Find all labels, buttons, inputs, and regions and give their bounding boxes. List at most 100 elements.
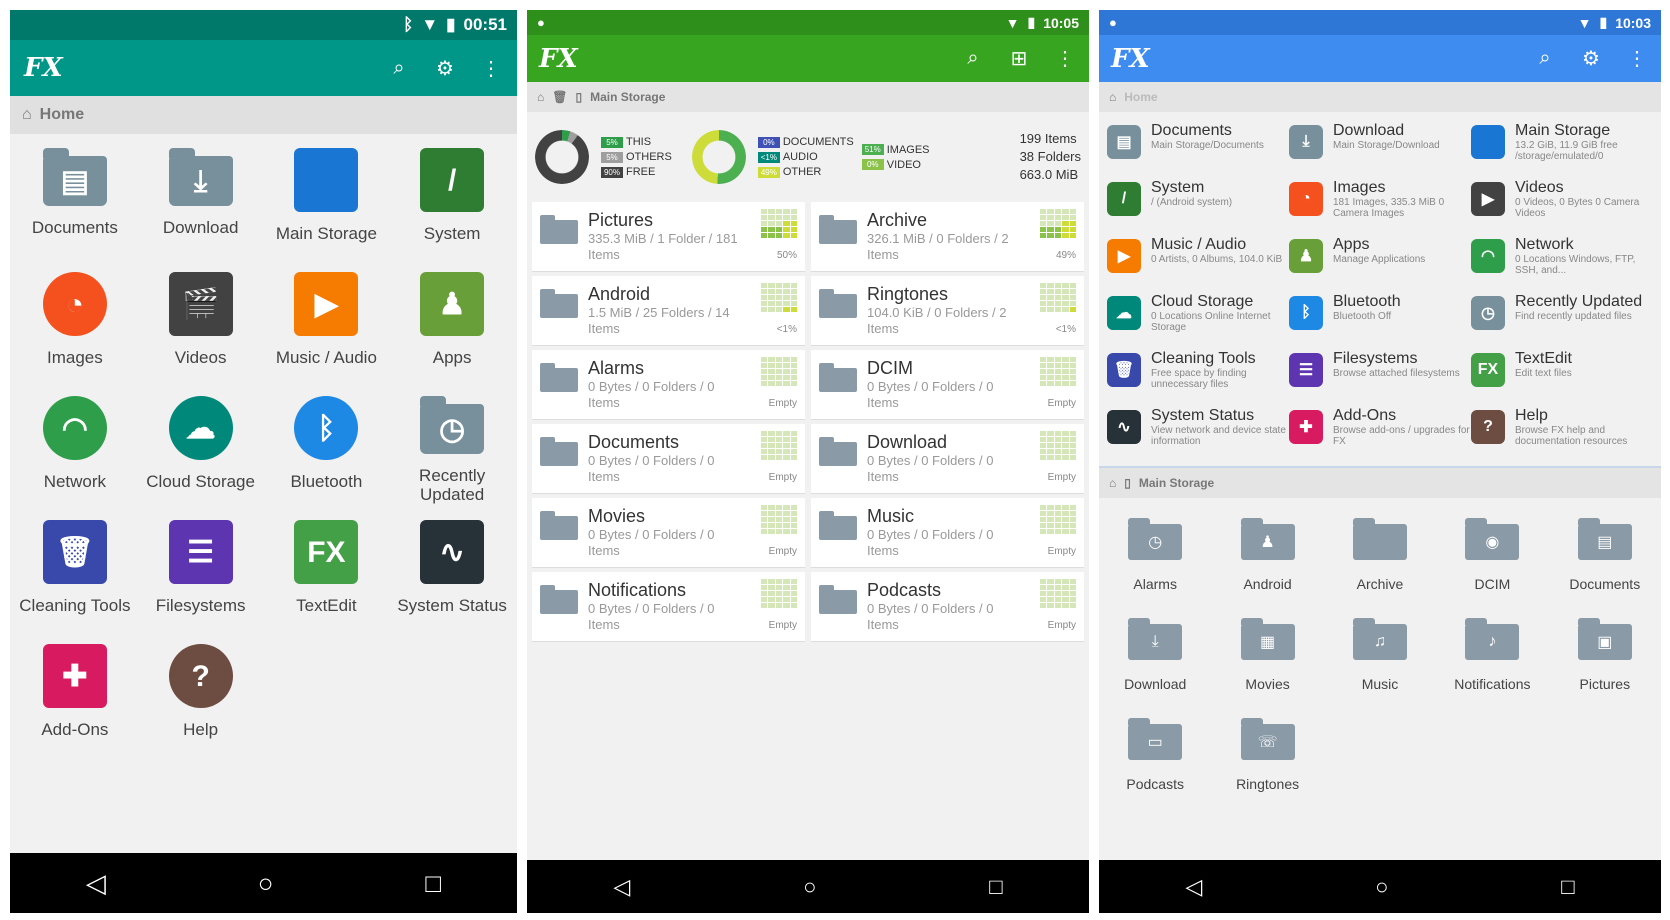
folder-tile[interactable]: Movies 0 Bytes / 0 Folders / 0 Items Empty — [532, 498, 805, 568]
folder-tile[interactable]: Music 0 Bytes / 0 Folders / 0 Items Empty — [811, 498, 1084, 568]
folder-item[interactable]: ⤓ Download — [1099, 616, 1211, 716]
folder-item[interactable]: ▭ Podcasts — [1099, 716, 1211, 816]
home-item[interactable]: ♟ Apps — [389, 272, 515, 396]
home-icon[interactable]: ⌂ — [22, 106, 32, 124]
folder-item[interactable]: ☏ Ringtones — [1211, 716, 1323, 816]
category-icon: / — [1107, 182, 1141, 216]
folder-item[interactable]: ♟ Android — [1211, 516, 1323, 616]
home-item[interactable]: ▶ Music / Audio — [264, 272, 390, 396]
category-item[interactable]: ⤓ Download Main Storage/Download — [1289, 118, 1471, 175]
meter-cell — [1069, 455, 1076, 460]
category-item[interactable]: ♟ Apps Manage Applications — [1289, 232, 1471, 289]
home-item[interactable]: ᛒ Bluetooth — [264, 396, 390, 520]
category-item[interactable]: ◔ Images 181 Images, 335.3 MiB 0 Camera Im… — [1289, 175, 1471, 232]
recents-icon[interactable]: □ — [425, 868, 441, 899]
category-item[interactable]: ▶ Videos 0 Videos, 0 Bytes 0 Camera Videos — [1471, 175, 1653, 232]
category-item[interactable]: ✚ Add-Ons Browse add-ons / upgrades for FX — [1289, 403, 1471, 460]
folder-item[interactable]: ♫ Music — [1324, 616, 1436, 716]
search-icon[interactable]: ⌕ — [387, 57, 411, 80]
meter-cell — [1069, 301, 1076, 306]
category-item[interactable]: / System / (Android system) — [1107, 175, 1289, 232]
category-item[interactable]: ? Help Browse FX help and documentation re… — [1471, 403, 1653, 460]
folder-tile[interactable]: Ringtones 104.0 KiB / 0 Folders / 2 Items… — [811, 276, 1084, 346]
home-icon[interactable]: ⌂ — [1109, 90, 1116, 104]
home-nav-icon[interactable]: ○ — [803, 874, 816, 900]
folder-tile[interactable]: Archive 326.1 MiB / 0 Folders / 2 Items 49… — [811, 202, 1084, 272]
category-item[interactable]: FX TextEdit Edit text files — [1471, 346, 1653, 403]
home-item[interactable]: FX TextEdit — [264, 520, 390, 644]
overflow-menu-icon[interactable]: ⋮ — [479, 56, 503, 81]
search-icon[interactable]: ⌕ — [961, 47, 985, 70]
folder-tile[interactable]: Notifications 0 Bytes / 0 Folders / 0 Ite… — [532, 572, 805, 642]
trash-icon[interactable]: 🗑 — [552, 90, 567, 104]
fx-logo[interactable]: FX — [1111, 44, 1150, 74]
clock: 10:05 — [1043, 14, 1079, 31]
folder-item[interactable]: ▣ Pictures — [1549, 616, 1661, 716]
category-item[interactable]: ᛒ Bluetooth Bluetooth Off — [1289, 289, 1471, 346]
add-icon[interactable]: ⊞ — [1007, 46, 1031, 71]
category-item[interactable]: ▶ Music / Audio 0 Artists, 0 Albums, 104.0… — [1107, 232, 1289, 289]
legend-entry: <1% AUDIO — [757, 151, 854, 163]
home-item[interactable]: ◔ Images — [12, 272, 138, 396]
home-item[interactable]: ✚ Add-Ons — [12, 644, 138, 768]
overflow-menu-icon[interactable]: ⋮ — [1053, 46, 1077, 71]
recents-icon[interactable]: □ — [989, 874, 1002, 900]
folder-item[interactable]: ◉ DCIM — [1436, 516, 1548, 616]
home-nav-icon[interactable]: ○ — [1375, 874, 1388, 900]
folder-item[interactable]: ◷ Alarms — [1099, 516, 1211, 616]
home-item[interactable]: ⤓ Download — [138, 148, 264, 272]
category-item[interactable]: ▤ Documents Main Storage/Documents — [1107, 118, 1289, 175]
breadcrumb-main-storage[interactable]: Main Storage — [1139, 476, 1214, 490]
folder-tile[interactable]: Alarms 0 Bytes / 0 Folders / 0 Items Empty — [532, 350, 805, 420]
folder-tile[interactable]: Download 0 Bytes / 0 Folders / 0 Items Emp… — [811, 424, 1084, 494]
home-item[interactable]: / System — [389, 148, 515, 272]
settings-icon[interactable]: ⚙ — [433, 56, 457, 81]
home-item[interactable]: 🎬 Videos — [138, 272, 264, 396]
category-item[interactable]: ☁ Cloud Storage 0 Locations Online Interne… — [1107, 289, 1289, 346]
folder-tile[interactable]: Android 1.5 MiB / 25 Folders / 14 Items <1… — [532, 276, 805, 346]
folder-item[interactable]: ♪ Notifications — [1436, 616, 1548, 716]
folder-tile[interactable]: Documents 0 Bytes / 0 Folders / 0 Items Em… — [532, 424, 805, 494]
home-item[interactable]: ? Help — [138, 644, 264, 768]
folder-item[interactable]: Archive — [1324, 516, 1436, 616]
category-item[interactable]: ∿ System Status View network and device st… — [1107, 403, 1289, 460]
home-item[interactable]: ▤ Documents — [12, 148, 138, 272]
meter-cell — [1062, 363, 1069, 368]
home-item[interactable]: ◷ Recently Updated — [389, 396, 515, 520]
back-icon[interactable]: ◁ — [86, 868, 106, 899]
home-item[interactable]: ☁ Cloud Storage — [138, 396, 264, 520]
back-icon[interactable]: ◁ — [1185, 874, 1202, 900]
home-item[interactable]: ∿ System Status — [389, 520, 515, 644]
home-item[interactable]: 🗑 Cleaning Tools — [12, 520, 138, 644]
breadcrumb-main-storage[interactable]: Main Storage — [590, 90, 665, 104]
search-icon[interactable]: ⌕ — [1533, 47, 1557, 70]
meter-cell — [783, 369, 790, 374]
category-item[interactable]: ◠ Network 0 Locations Windows, FTP, SSH, a… — [1471, 232, 1653, 289]
fx-logo[interactable]: FX — [24, 53, 63, 83]
folder-tile[interactable]: Podcasts 0 Bytes / 0 Folders / 0 Items Emp… — [811, 572, 1084, 642]
home-icon[interactable]: ⌂ — [1109, 476, 1116, 490]
breadcrumb-home[interactable]: Home — [40, 106, 84, 124]
folder-tile[interactable]: DCIM 0 Bytes / 0 Folders / 0 Items Empty — [811, 350, 1084, 420]
recents-icon[interactable]: □ — [1561, 874, 1574, 900]
home-item[interactable]: ☰ Filesystems — [138, 520, 264, 644]
back-icon[interactable]: ◁ — [613, 874, 630, 900]
overflow-menu-icon[interactable]: ⋮ — [1625, 46, 1649, 71]
home-icon[interactable]: ⌂ — [537, 90, 544, 104]
folder-tile[interactable]: Pictures 335.3 MiB / 1 Folder / 181 Items… — [532, 202, 805, 272]
meter-cell — [1040, 233, 1047, 238]
breadcrumb-home[interactable]: Home — [1124, 90, 1157, 104]
folder-item[interactable]: ▤ Documents — [1549, 516, 1661, 616]
meter-cell — [1040, 375, 1047, 380]
home-nav-icon[interactable]: ○ — [258, 868, 274, 899]
home-item[interactable]: ◠ Network — [12, 396, 138, 520]
fx-logo[interactable]: FX — [539, 44, 578, 74]
category-item[interactable]: 🗑 Cleaning Tools Free space by finding unn… — [1107, 346, 1289, 403]
category-item[interactable]: Main Storage 13.2 GiB, 11.9 GiB free /sto… — [1471, 118, 1653, 175]
folder-item[interactable]: ▦ Movies — [1211, 616, 1323, 716]
category-item[interactable]: ☰ Filesystems Browse attached filesystems — [1289, 346, 1471, 403]
category-subtitle: Main Storage/Download — [1333, 140, 1440, 151]
settings-icon[interactable]: ⚙ — [1579, 46, 1603, 71]
home-item[interactable]: Main Storage — [264, 148, 390, 272]
category-item[interactable]: ◷ Recently Updated Find recently updated f… — [1471, 289, 1653, 346]
